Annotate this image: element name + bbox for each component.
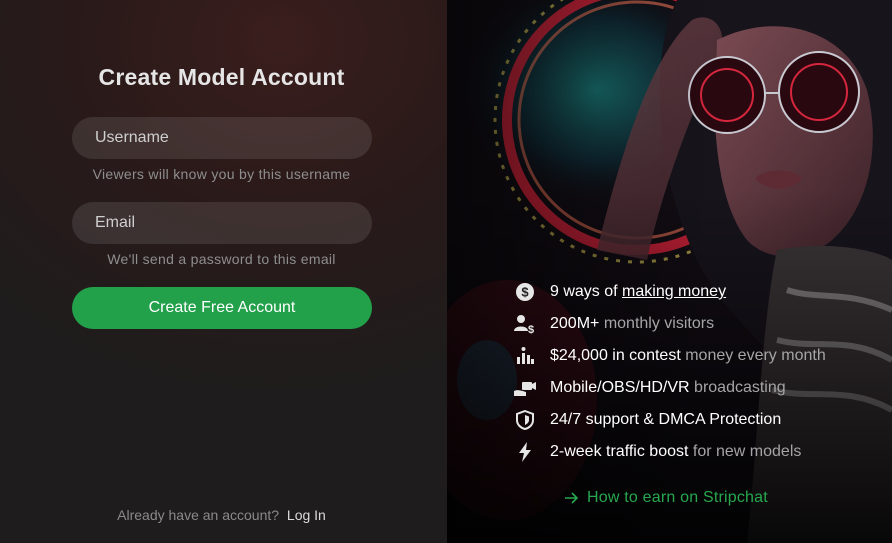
benefit-text: Mobile/OBS/HD/VR broadcasting bbox=[550, 379, 786, 396]
benefit-text: $24,000 in contest money every month bbox=[550, 347, 826, 364]
page-title: Create Model Account bbox=[98, 64, 345, 90]
benefit-item: 2-week traffic boost for new models bbox=[512, 436, 892, 468]
promo-panel: $ 9 ways of making money $ 200M+ monthly… bbox=[447, 0, 892, 543]
benefit-item: $ 200M+ monthly visitors bbox=[512, 308, 892, 340]
login-link[interactable]: Log In bbox=[287, 507, 326, 523]
svg-text:$: $ bbox=[521, 285, 529, 300]
benefit-item: $24,000 in contest money every month bbox=[512, 340, 892, 372]
users-dollar-icon: $ bbox=[512, 313, 538, 335]
camera-hand-icon bbox=[512, 377, 538, 399]
email-field[interactable] bbox=[72, 202, 372, 244]
arrow-right-icon bbox=[565, 492, 579, 504]
username-field[interactable] bbox=[72, 117, 372, 159]
making-money-link[interactable]: making money bbox=[622, 283, 726, 300]
login-row: Already have an account? Log In bbox=[0, 507, 443, 523]
signup-panel: Create Model Account Viewers will know y… bbox=[0, 0, 447, 543]
lightning-icon bbox=[512, 441, 538, 463]
benefit-item: Mobile/OBS/HD/VR broadcasting bbox=[512, 372, 892, 404]
benefit-text: 200M+ monthly visitors bbox=[550, 315, 715, 332]
benefits-list: $ 9 ways of making money $ 200M+ monthly… bbox=[512, 276, 892, 468]
login-prompt: Already have an account? bbox=[117, 507, 280, 523]
benefit-item: 24/7 support & DMCA Protection bbox=[512, 404, 892, 436]
create-account-button[interactable]: Create Free Account bbox=[72, 287, 372, 329]
benefit-text: 24/7 support & DMCA Protection bbox=[550, 411, 782, 428]
shield-icon bbox=[512, 409, 538, 431]
trophy-chart-icon bbox=[512, 345, 538, 367]
benefit-text: 2-week traffic boost for new models bbox=[550, 443, 802, 460]
svg-text:$: $ bbox=[528, 324, 534, 334]
dollar-coin-icon: $ bbox=[512, 281, 538, 303]
username-input[interactable] bbox=[93, 128, 372, 148]
username-hint: Viewers will know you by this username bbox=[92, 166, 351, 182]
benefit-item: $ 9 ways of making money bbox=[512, 276, 892, 308]
email-input[interactable] bbox=[93, 213, 372, 233]
email-hint: We'll send a password to this email bbox=[107, 251, 336, 267]
benefit-text: 9 ways of making money bbox=[550, 283, 727, 300]
how-to-earn-link[interactable]: How to earn on Stripchat bbox=[565, 489, 768, 507]
how-to-earn-label: How to earn on Stripchat bbox=[587, 489, 768, 506]
